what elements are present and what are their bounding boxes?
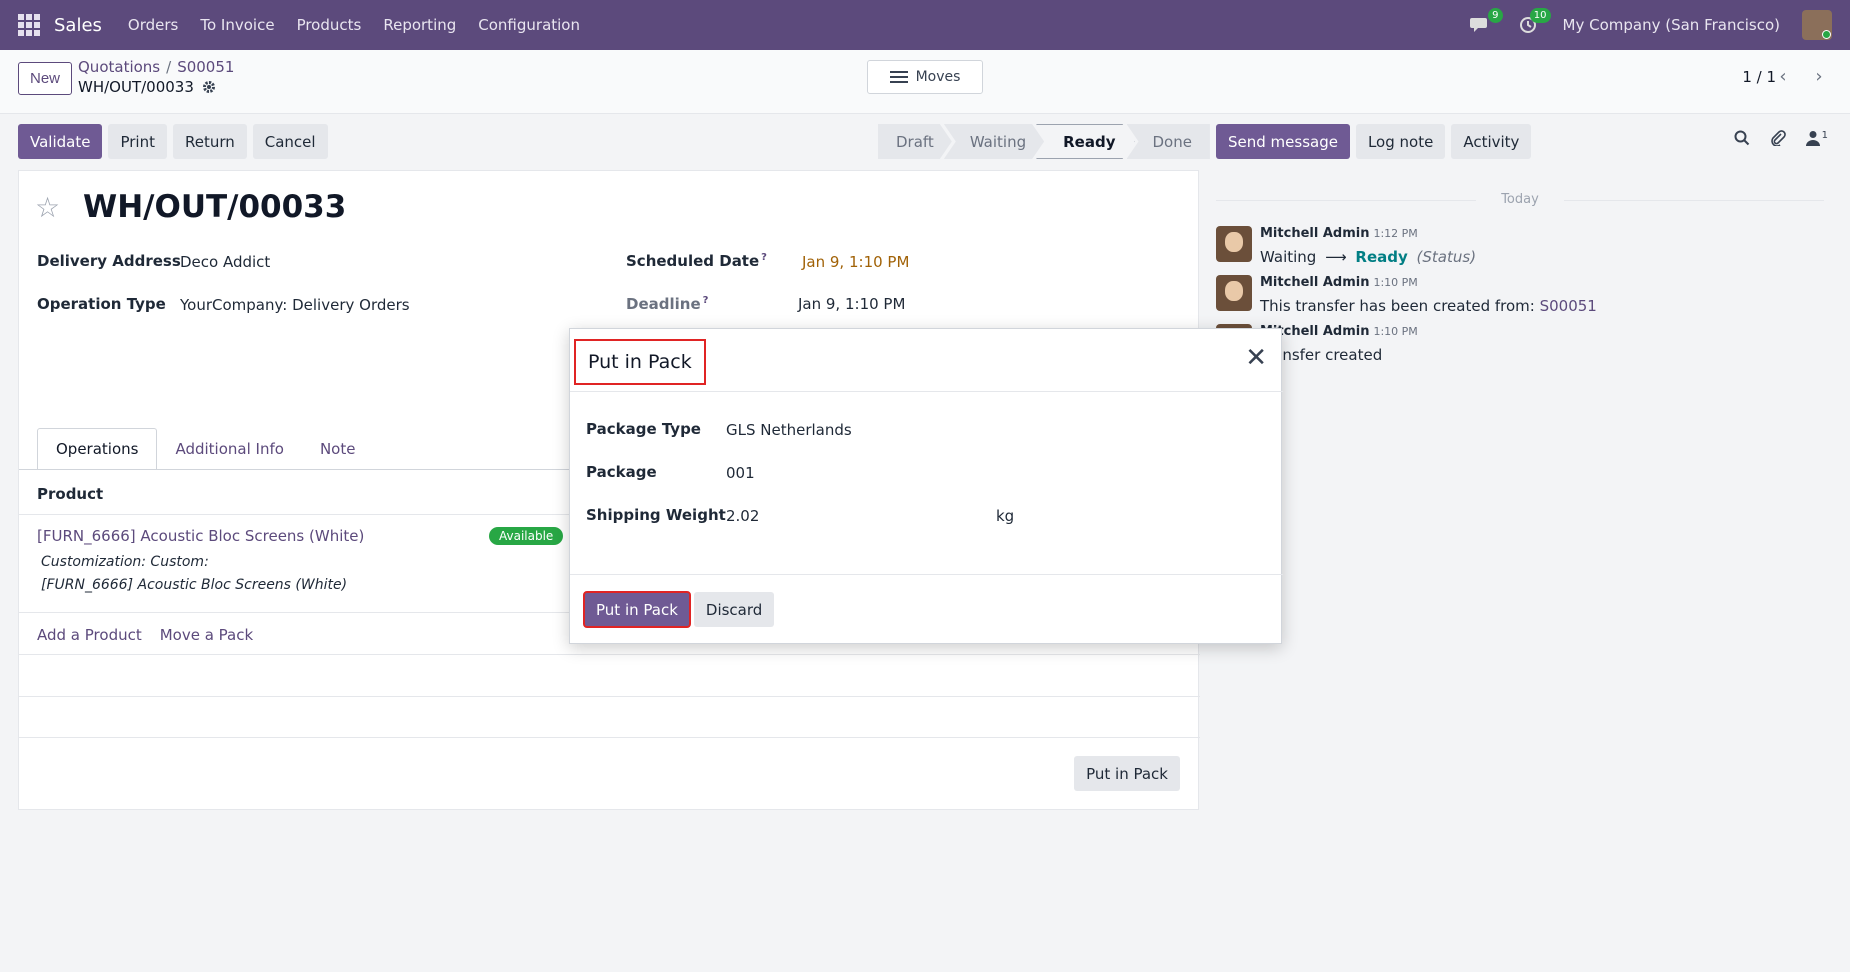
dialog-title: Put in Pack bbox=[574, 339, 706, 385]
shipping-weight-input[interactable]: 2.02 bbox=[726, 507, 759, 525]
weight-unit: kg bbox=[996, 507, 1015, 525]
close-icon[interactable]: ✕ bbox=[1245, 345, 1267, 371]
package-type-field[interactable]: GLS Netherlands bbox=[726, 421, 852, 439]
package-field[interactable]: 001 bbox=[726, 464, 755, 482]
package-type-label: Package Type bbox=[586, 420, 701, 438]
discard-button[interactable]: Discard bbox=[693, 592, 775, 627]
dialog-footer-divider bbox=[570, 574, 1283, 575]
package-label: Package bbox=[586, 463, 657, 481]
put-in-pack-dialog: Put in Pack ✕ Package Type GLS Netherlan… bbox=[569, 328, 1283, 644]
confirm-put-in-pack-button[interactable]: Put in Pack bbox=[583, 591, 691, 628]
shipping-weight-label: Shipping Weight bbox=[586, 506, 726, 524]
dialog-header: Put in Pack ✕ bbox=[570, 329, 1283, 392]
